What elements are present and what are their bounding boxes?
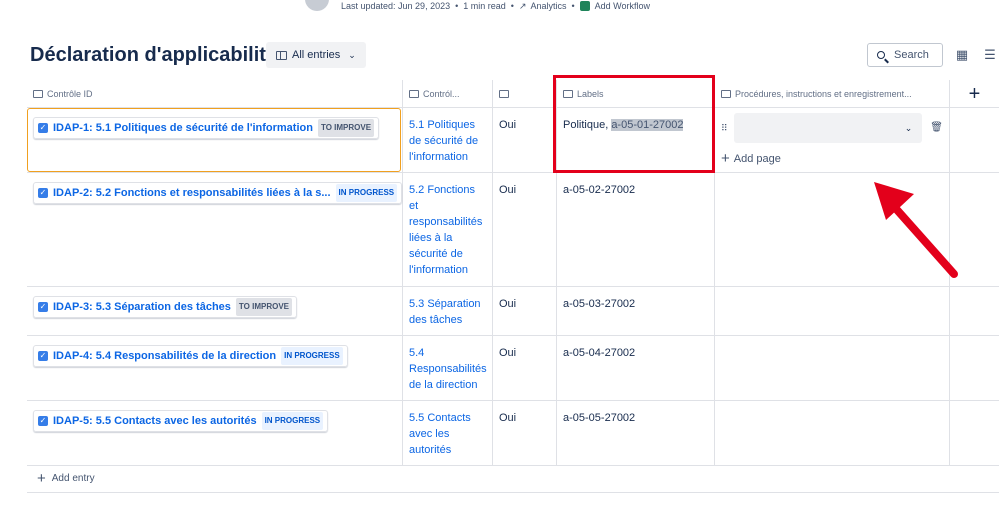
issue-card[interactable]: ✓ IDAP-5: 5.5 Contacts avec les autorité… xyxy=(33,410,329,432)
avatar[interactable] xyxy=(305,0,329,11)
table-icon xyxy=(276,50,287,60)
labels-cell[interactable]: a-05-03-27002 xyxy=(557,287,715,335)
chevron-down-icon: ⌄ xyxy=(348,49,356,60)
table-row: ✓ IDAP-5: 5.5 Contacts avec les autorité… xyxy=(27,401,999,466)
table-row: ✓ IDAP-4: 5.4 Responsabilités de la dire… xyxy=(27,336,999,401)
status-badge: IN PROGRESS xyxy=(261,412,324,430)
text-column-icon xyxy=(499,89,509,98)
page-title: Déclaration d'applicabilité xyxy=(30,44,278,66)
issue-card[interactable]: ✓ IDAP-1: 5.1 Politiques de sécurité de … xyxy=(33,117,380,139)
drag-handle-icon[interactable]: ⠿ xyxy=(721,120,734,136)
page-meta: Last updated: Jun 29, 2023 • 1 min read … xyxy=(305,0,650,12)
search-button[interactable]: Search xyxy=(867,43,943,67)
applicable-value: Oui xyxy=(493,401,557,465)
procedures-cell[interactable] xyxy=(715,401,950,465)
control-link[interactable]: 5.3 Séparation des tâches xyxy=(403,287,493,335)
search-label: Search xyxy=(894,49,929,61)
labels-cell[interactable]: a-05-02-27002 xyxy=(557,173,715,286)
column-header-controle[interactable]: Contról... xyxy=(403,80,493,107)
annotation-highlight-box xyxy=(553,75,715,173)
plus-icon: + xyxy=(721,150,730,167)
database-table: Contrôle ID Contról... Labels Procédures… xyxy=(27,80,999,466)
control-link[interactable]: 5.5 Contacts avec les autorités xyxy=(403,401,493,465)
labels-cell[interactable]: a-05-04-27002 xyxy=(557,336,715,400)
status-badge: TO IMPROVE xyxy=(317,119,375,137)
checkbox-icon: ✓ xyxy=(38,123,48,133)
analytics-icon: ↗ xyxy=(518,0,527,11)
id-column-icon xyxy=(33,89,43,98)
analytics-link[interactable]: Analytics xyxy=(530,1,566,11)
table-row: ✓ IDAP-2: 5.2 Fonctions et responsabilit… xyxy=(27,173,999,287)
control-link[interactable]: 5.1 Politiques de sécurité de l'informat… xyxy=(403,108,493,172)
column-header-controle-id[interactable]: Contrôle ID xyxy=(27,80,403,107)
checkbox-icon: ✓ xyxy=(38,351,48,361)
issue-card[interactable]: ✓ IDAP-4: 5.4 Responsabilités de la dire… xyxy=(33,345,348,367)
status-badge: TO IMPROVE xyxy=(235,298,292,316)
applicable-value: Oui xyxy=(493,287,557,335)
add-column-button[interactable]: + xyxy=(950,80,999,107)
issue-card[interactable]: ✓ IDAP-3: 5.3 Séparation des tâches TO I… xyxy=(33,296,297,318)
add-page-button[interactable]: + Add page xyxy=(721,151,943,167)
view-selector-button[interactable]: All entries ⌄ xyxy=(266,42,366,68)
annotation-arrow-icon xyxy=(874,182,958,278)
view-label: All entries xyxy=(292,49,341,61)
procedures-cell[interactable] xyxy=(715,336,950,400)
checkbox-icon: ✓ xyxy=(38,188,48,198)
workflow-icon xyxy=(579,1,590,11)
checkbox-icon: ✓ xyxy=(38,302,48,312)
issue-card[interactable]: ✓ IDAP-2: 5.2 Fonctions et responsabilit… xyxy=(33,182,403,204)
search-icon xyxy=(877,51,885,59)
add-entry-button[interactable]: + Add entry xyxy=(37,470,95,487)
applicable-value: Oui xyxy=(493,336,557,400)
table-header: Contrôle ID Contról... Labels Procédures… xyxy=(27,80,999,108)
control-link[interactable]: 5.2 Fonctions et responsabilités liées à… xyxy=(403,173,493,286)
applicable-value: Oui xyxy=(493,108,557,172)
procedures-cell[interactable] xyxy=(715,287,950,335)
page-select-dropdown[interactable]: ⌄ xyxy=(734,113,923,143)
add-workflow-link[interactable]: Add Workflow xyxy=(595,1,650,11)
applicable-value: Oui xyxy=(493,173,557,286)
read-time: 1 min read xyxy=(463,1,506,11)
control-link[interactable]: 5.4 Responsabilités de la direction xyxy=(403,336,493,400)
column-header-procedures[interactable]: Procédures, instructions et enregistreme… xyxy=(715,80,950,107)
last-updated: Last updated: Jun 29, 2023 xyxy=(341,1,451,11)
table-row: ✓ IDAP-1: 5.1 Politiques de sécurité de … xyxy=(27,108,999,173)
checkbox-icon: ✓ xyxy=(38,416,48,426)
page-column-icon xyxy=(721,89,731,98)
table-row: ✓ IDAP-3: 5.3 Séparation des tâches TO I… xyxy=(27,287,999,336)
status-badge: IN PROGRESS xyxy=(335,184,398,202)
column-header-applicable[interactable] xyxy=(493,80,557,107)
status-badge: IN PROGRESS xyxy=(281,347,343,365)
chevron-down-icon: ⌄ xyxy=(904,123,913,133)
text-column-icon xyxy=(409,89,419,98)
table-view-icon[interactable]: ▦ xyxy=(951,44,973,66)
divider xyxy=(27,492,999,493)
procedures-cell: ⠿ ⌄ 🗑 + Add page xyxy=(715,108,950,172)
filter-icon[interactable]: ☰ xyxy=(979,44,999,66)
labels-cell[interactable]: a-05-05-27002 xyxy=(557,401,715,465)
trash-icon[interactable]: 🗑 xyxy=(930,120,943,136)
plus-icon: + xyxy=(37,470,46,487)
